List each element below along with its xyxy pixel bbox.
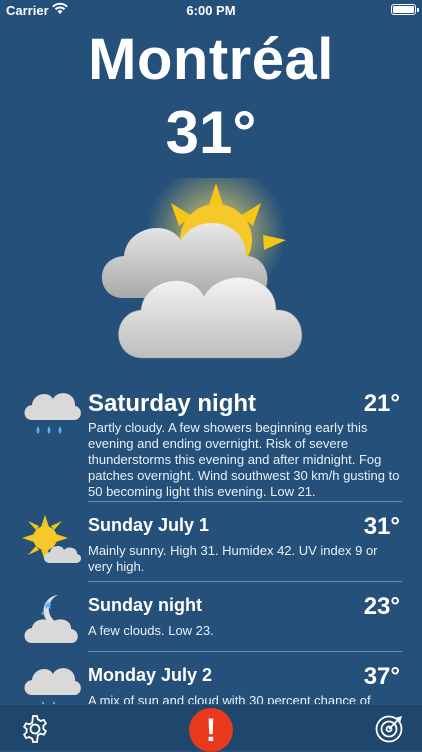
bottom-toolbar: ! [0,704,422,752]
partly-cloudy-icon [101,178,303,359]
forecast-description: Partly cloudy. A few showers beginning e… [88,420,400,499]
moon-cloud-icon [24,595,78,643]
forecast-description: Mainly sunny. High 31. Humidex 42. UV in… [88,543,378,574]
radar-icon[interactable] [374,714,404,744]
forecast-item[interactable]: Monday July 2 37° A mix of sun and cloud… [0,651,422,705]
forecast-title: Saturday night [88,390,257,417]
forecast-item[interactable]: Saturday night 21° Partly cloudy. A few … [0,380,422,500]
forecast-list[interactable]: Saturday night 21° Partly cloudy. A few … [0,380,422,705]
alert-button[interactable]: ! [189,708,233,752]
forecast-description: A few clouds. Low 23. [88,623,214,638]
gear-icon[interactable] [20,714,50,744]
forecast-title: Sunday July 1 [88,515,210,535]
city-name: Montréal [88,27,334,92]
sunny-icon [22,515,82,563]
forecast-title: Sunday night [88,595,202,615]
forecast-temperature: 31° [363,513,400,540]
forecast-item[interactable]: Sunday night 23° A few clouds. Low 23. [0,581,422,651]
forecast-temperature: 21° [363,390,400,417]
rain-cloud-icon [24,393,81,434]
status-bar: Carrier 6:00 PM [0,0,422,22]
forecast-temperature: 37° [363,663,400,690]
current-temperature: 31° [165,99,257,166]
clock: 6:00 PM [186,3,236,18]
forecast-temperature: 23° [363,593,400,620]
rain-cloud-icon [24,668,81,705]
forecast-title: Monday July 2 [88,665,213,685]
battery-icon [391,4,419,15]
forecast-item[interactable]: Sunday July 1 31° Mainly sunny. High 31.… [0,501,422,581]
